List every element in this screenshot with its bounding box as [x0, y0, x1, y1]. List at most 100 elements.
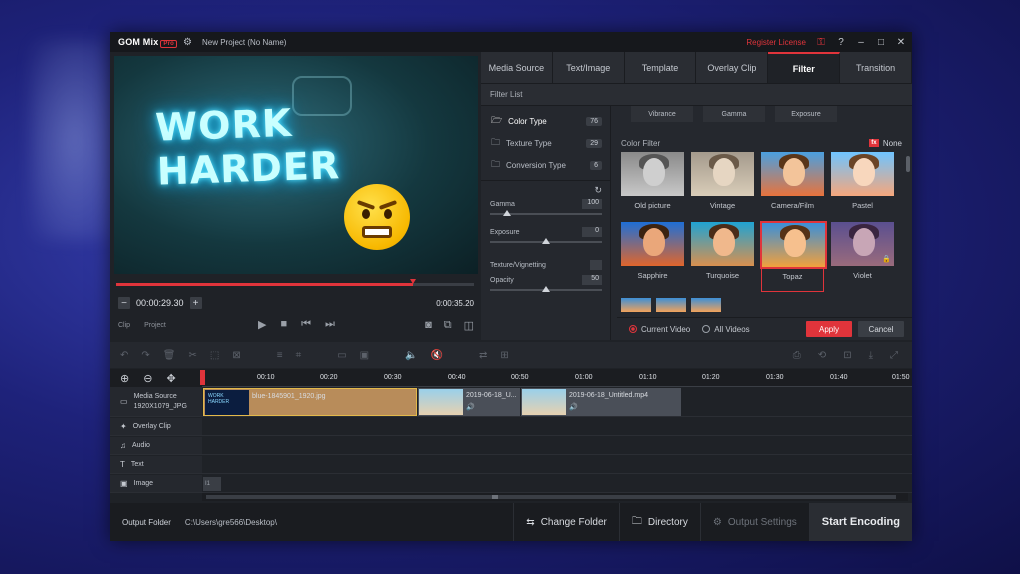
filter-scrollbar[interactable] — [906, 156, 910, 172]
fit-icon[interactable]: ✥ — [166, 372, 175, 385]
none-filter-button[interactable]: fx None — [868, 139, 902, 148]
texture-checkbox[interactable] — [590, 260, 602, 270]
mode-clip[interactable]: Clip — [118, 322, 130, 329]
output-settings-button[interactable]: ⚙ Output Settings — [699, 503, 809, 541]
refresh-icon[interactable]: ↻ — [481, 185, 610, 199]
cut-icon[interactable]: ✂ — [188, 350, 196, 361]
track-body[interactable]: WORK HARDER blue-1845901_1920.jpg 2019-0… — [202, 387, 912, 416]
cancel-button[interactable]: Cancel — [858, 321, 904, 337]
aspect-icon[interactable]: ▭ — [337, 350, 346, 361]
frame-icon[interactable]: ⊞ — [500, 350, 508, 361]
filter-thumb-old-picture[interactable]: Old picture — [621, 152, 684, 222]
export-frame-icon[interactable]: ⎙ — [793, 350, 801, 361]
filter-list-header: Filter List — [481, 84, 912, 106]
gamma-slider[interactable]: Gamma 100 — [481, 199, 610, 227]
apply-button[interactable]: Apply — [806, 321, 852, 337]
play-icon[interactable]: ▶ — [258, 318, 266, 331]
chip-gamma[interactable]: Gamma — [703, 106, 765, 122]
mode-project[interactable]: Project — [144, 322, 166, 329]
directory-button[interactable]: 🗀 Directory — [618, 503, 700, 541]
volume-icon[interactable]: 🔈 — [405, 350, 417, 361]
slider-value[interactable]: 100 — [582, 199, 602, 209]
help-button[interactable]: ? — [836, 37, 846, 48]
snapshot-icon[interactable]: ◙ — [425, 319, 432, 332]
tab-filter[interactable]: Filter — [768, 52, 841, 83]
tab-text-image[interactable]: Text/Image — [552, 52, 625, 83]
slider-value[interactable]: 50 — [582, 275, 602, 285]
image-icon[interactable]: ▣ — [360, 350, 369, 361]
type-conversion[interactable]: 🗀 Conversion Type 6 — [481, 154, 610, 176]
tab-transition[interactable]: Transition — [840, 52, 912, 83]
filter-thumb-partial[interactable] — [656, 298, 686, 312]
track-body[interactable] — [202, 418, 912, 435]
filter-thumb-sapphire[interactable]: Sapphire — [621, 222, 684, 292]
start-encoding-button[interactable]: Start Encoding — [808, 503, 912, 541]
close-button[interactable]: ✕ — [896, 37, 906, 48]
change-folder-button[interactable]: ⇆ Change Folder — [513, 503, 619, 541]
playhead[interactable] — [200, 370, 205, 385]
tab-template[interactable]: Template — [624, 52, 697, 83]
filter-thumb-camera-film[interactable]: Camera/Film — [761, 152, 824, 222]
select-icon[interactable]: ⬚ — [210, 350, 219, 361]
slider-knob[interactable] — [502, 210, 511, 216]
type-color[interactable]: 🗁 Color Type 76 — [481, 110, 610, 132]
filter-thumb-violet[interactable]: 🔒 Violet — [831, 222, 894, 292]
plus-button[interactable]: + — [189, 297, 202, 309]
chip-vibrance[interactable]: Vibrance — [631, 106, 693, 122]
save-icon[interactable]: ⊡ — [843, 350, 851, 361]
maximize-button[interactable]: □ — [876, 37, 886, 48]
clip-video-1[interactable]: 2019-06-18_U... 🔊 — [418, 388, 520, 416]
deselect-icon[interactable]: ⊠ — [232, 350, 240, 361]
gear-icon[interactable]: ⚙ — [183, 37, 192, 48]
split-view-icon[interactable]: ◫ — [464, 319, 474, 332]
zoom-out-icon[interactable]: ⊖ — [143, 372, 152, 385]
stop-icon[interactable]: ■ — [280, 318, 287, 331]
register-license-link[interactable]: Register License — [746, 38, 806, 47]
filter-thumb-pastel[interactable]: Pastel — [831, 152, 894, 222]
delete-icon[interactable]: 🗑 — [163, 350, 176, 361]
next-frame-icon[interactable]: ⏭ — [325, 318, 335, 331]
tab-media-source[interactable]: Media Source — [481, 52, 553, 83]
zoom-in-icon[interactable]: ⊕ — [120, 372, 129, 385]
redo-icon[interactable]: ↷ — [141, 350, 149, 361]
chip-exposure[interactable]: Exposure — [775, 106, 837, 122]
opacity-slider[interactable]: Opacity 50 — [481, 275, 610, 303]
filter-thumb-vintage[interactable]: Vintage — [691, 152, 754, 222]
timeline-scrollbar[interactable] — [202, 493, 908, 501]
filter-thumb-partial[interactable] — [621, 298, 651, 312]
rotate-icon[interactable]: ⟲ — [818, 350, 826, 361]
tab-overlay-clip[interactable]: Overlay Clip — [696, 52, 769, 83]
key-icon[interactable]: ⚿ — [816, 37, 826, 48]
prev-frame-icon[interactable]: ⏮ — [301, 318, 311, 331]
filter-thumb-partial[interactable] — [691, 298, 721, 312]
settings-sliders-icon[interactable]: ≡ — [277, 350, 283, 361]
clip-video-2[interactable]: 2019-06-18_Untitled.mp4 🔊 — [521, 388, 681, 416]
undo-icon[interactable]: ↶ — [120, 350, 128, 361]
crop-tool-icon[interactable]: ⌗ — [296, 350, 302, 361]
radio-all-videos[interactable]: All Videos — [702, 325, 750, 334]
minimize-button[interactable]: – — [856, 37, 866, 48]
resize-icon[interactable]: ⤢ — [890, 350, 898, 361]
track-body[interactable] — [202, 456, 912, 473]
mute-icon[interactable]: 🔇 — [431, 350, 443, 361]
timeline-ruler[interactable]: 00:10 00:20 00:30 00:40 00:50 01:00 01:1… — [202, 369, 912, 387]
track-body[interactable] — [202, 437, 912, 454]
filter-thumb-turquoise[interactable]: Turquoise — [691, 222, 754, 292]
minus-button[interactable]: − — [118, 297, 130, 309]
slider-knob[interactable] — [542, 286, 550, 292]
download-icon[interactable]: ⤓ — [869, 350, 873, 361]
radio-current-video[interactable]: Current Video — [629, 325, 690, 334]
slider-knob[interactable] — [542, 238, 550, 244]
clip-image[interactable]: WORK HARDER blue-1845901_1920.jpg — [203, 388, 417, 416]
image-marker[interactable]: I1 — [203, 477, 221, 491]
track-body[interactable]: I1 — [202, 475, 912, 492]
type-texture[interactable]: 🗀 Texture Type 29 — [481, 132, 610, 154]
timeline-scroll-knob[interactable] — [492, 495, 498, 499]
filter-thumb-topaz[interactable]: Topaz — [760, 221, 827, 292]
crop-icon[interactable]: ⧉ — [444, 319, 452, 332]
seek-knob[interactable] — [410, 279, 417, 287]
transition-icon[interactable]: ⇄ — [479, 350, 487, 361]
slider-value[interactable]: 0 — [582, 227, 602, 237]
exposure-slider[interactable]: Exposure 0 — [481, 227, 610, 255]
seek-bar[interactable] — [116, 279, 474, 286]
